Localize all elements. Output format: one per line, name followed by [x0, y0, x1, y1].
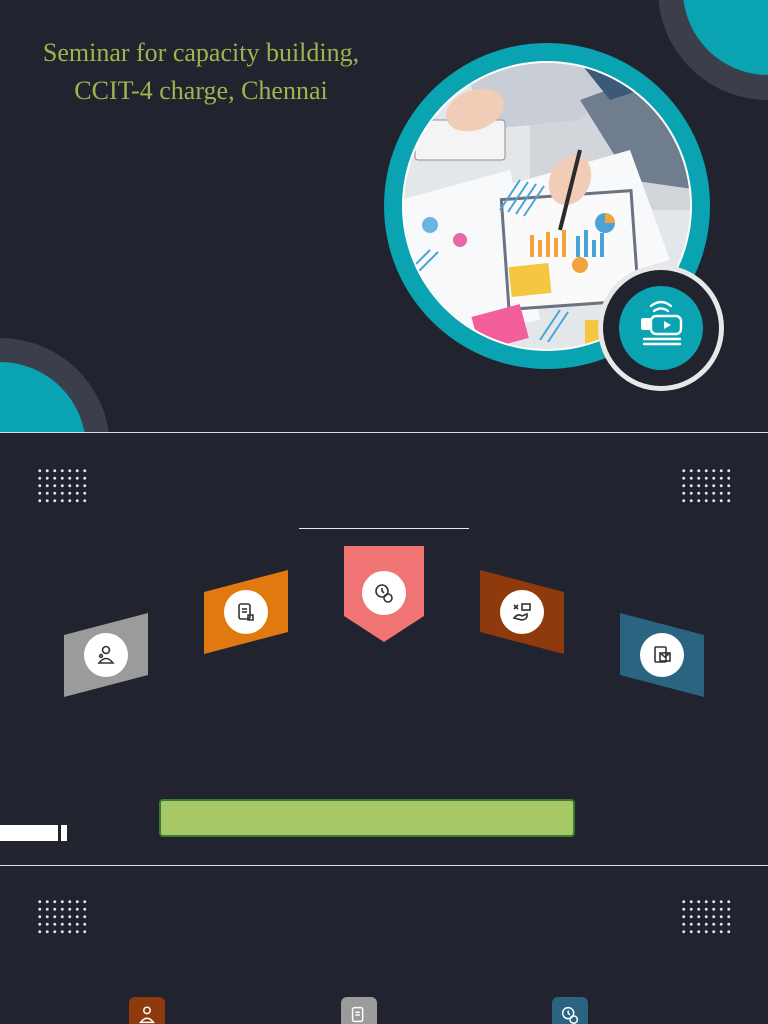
slide-title: Seminar for capacity building, CCIT-4 ch…: [0, 34, 402, 110]
summary-slide: [0, 866, 768, 1024]
white-bar-tick: [61, 825, 67, 841]
envelope-document-icon: [640, 633, 684, 677]
dot-pattern-left: [36, 467, 88, 503]
dot-pattern-left: [36, 898, 88, 934]
title-line-2: CCIT-4 charge, Chennai: [74, 76, 328, 105]
user-network-icon: [84, 633, 128, 677]
hand-cost-icon: [500, 590, 544, 634]
title-line-1: Seminar for capacity building,: [42, 38, 360, 67]
clock-coins-icon: [552, 997, 588, 1024]
dot-pattern-right: [680, 898, 732, 934]
clock-coins-icon: [362, 571, 406, 615]
process-slide: [0, 433, 768, 865]
title-slide: Seminar for capacity building, CCIT-4 ch…: [0, 0, 768, 432]
title-underline: [299, 528, 469, 529]
document-edit-icon: [341, 997, 377, 1024]
user-network-icon: [129, 997, 165, 1024]
dot-pattern-right: [680, 467, 732, 503]
corner-decoration-bottom-left: [0, 338, 109, 432]
document-edit-icon: [224, 590, 268, 634]
green-banner-bar: [159, 799, 575, 837]
white-bar: [0, 825, 58, 841]
video-conference-icon: [598, 265, 724, 391]
